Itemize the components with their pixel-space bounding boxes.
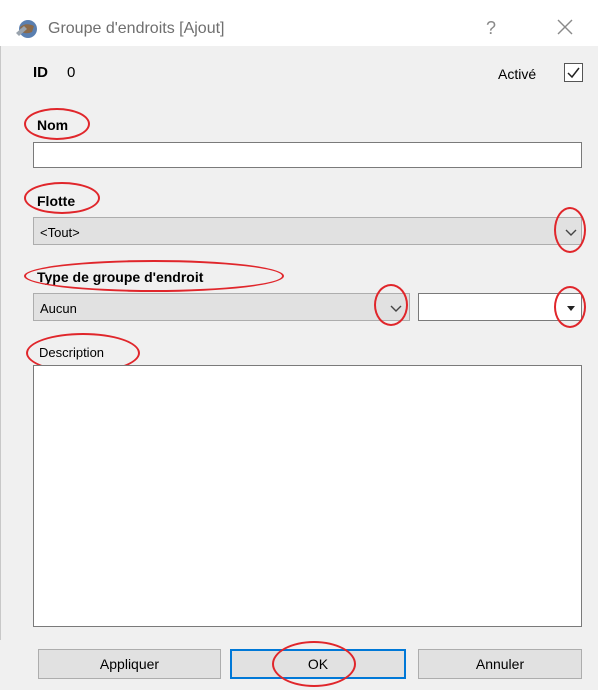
apply-button[interactable]: Appliquer	[38, 649, 221, 679]
caret-down-icon	[567, 306, 575, 311]
chevron-down-icon	[390, 305, 402, 312]
checkmark-icon	[567, 67, 580, 79]
id-label: ID	[33, 64, 48, 81]
id-value: 0	[67, 64, 76, 81]
ok-button[interactable]: OK	[230, 649, 406, 679]
type-secondary-dropdown[interactable]	[418, 293, 582, 321]
active-label: Activé	[498, 66, 537, 82]
chevron-down-icon	[565, 229, 577, 236]
cancel-button[interactable]: Annuler	[418, 649, 582, 679]
description-textarea[interactable]	[33, 365, 582, 627]
fleet-label: Flotte	[37, 193, 76, 209]
type-label: Type de groupe d'endroit	[37, 269, 204, 285]
name-label: Nom	[37, 117, 69, 133]
fleet-value: <Tout>	[40, 225, 80, 240]
description-label: Description	[39, 345, 105, 360]
type-dropdown[interactable]: Aucun	[33, 293, 410, 321]
close-icon[interactable]	[552, 14, 578, 40]
type-value: Aucun	[40, 301, 77, 316]
name-input[interactable]	[33, 142, 582, 168]
active-checkbox[interactable]	[564, 63, 583, 82]
globe-app-icon	[16, 20, 37, 38]
window-title: Groupe d'endroits [Ajout]	[48, 20, 225, 37]
help-button[interactable]: ?	[486, 18, 496, 39]
fleet-dropdown[interactable]: <Tout>	[33, 217, 582, 245]
